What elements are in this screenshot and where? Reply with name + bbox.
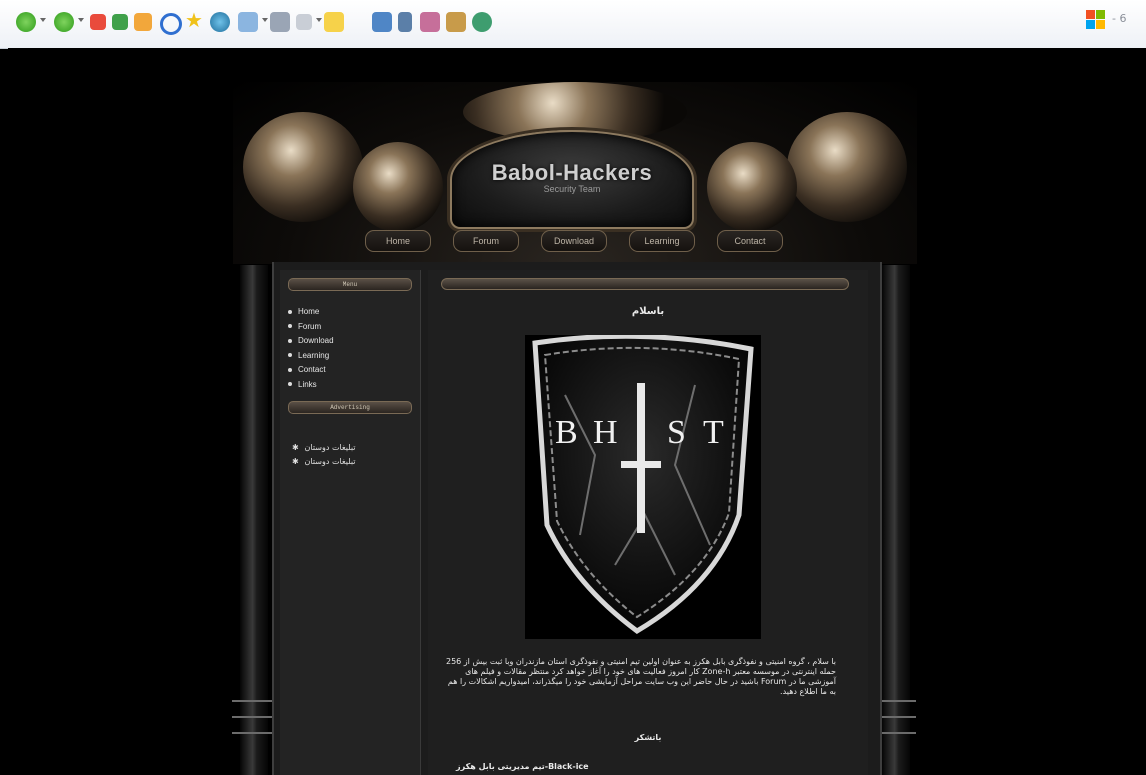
cross-horizontal <box>621 461 661 468</box>
shield-icon: B H S T <box>532 333 754 634</box>
edit-icon[interactable] <box>296 14 312 30</box>
ornament-left-icon <box>243 112 363 222</box>
team-logo-image: B H S T <box>525 333 761 639</box>
site-subtitle: Security Team <box>543 184 601 194</box>
logo-letter-h: H <box>593 414 618 451</box>
logo-letter-b: B <box>555 414 578 451</box>
sidebar-item-label: Links <box>298 379 317 389</box>
sidebar-item-learning[interactable]: Learning <box>288 351 334 366</box>
greeting-heading: باسلام <box>631 306 665 317</box>
bullet-icon <box>288 367 292 372</box>
nav-contact[interactable]: Contact <box>717 230 783 252</box>
sidebar-item-contact[interactable]: Contact <box>288 365 334 380</box>
research-icon[interactable] <box>420 12 440 32</box>
ornament-mid-left-icon <box>353 142 443 232</box>
media-icon[interactable] <box>446 12 466 32</box>
sidebar-menu: Home Forum Download Learning Contact Lin… <box>288 307 334 394</box>
ads-list: ✱ تبلیغات دوستان ✱ تبلیغات دوستان <box>292 443 355 471</box>
logo-letter-s: S <box>667 414 686 451</box>
ad-link-label: تبلیغات دوستان <box>304 457 356 466</box>
sidebar-item-label: Download <box>298 336 334 345</box>
mail-icon[interactable] <box>238 12 258 32</box>
messenger-icon[interactable] <box>372 12 392 32</box>
left-pillar-ornament <box>232 716 272 718</box>
home-icon[interactable] <box>134 13 152 31</box>
edit-dropdown-icon[interactable] <box>316 18 322 22</box>
bullet-icon <box>288 353 292 358</box>
back-dropdown-icon[interactable] <box>40 18 46 22</box>
bullet-icon <box>288 309 292 314</box>
windows-logo-icon <box>1086 10 1106 30</box>
favorites-icon[interactable]: ★ <box>185 10 203 30</box>
bullet-icon <box>288 338 292 343</box>
top-navigation: Home Forum Download Learning Contact <box>365 230 785 254</box>
cross-vertical <box>637 383 645 533</box>
sidebar-item-label: Forum <box>298 321 322 331</box>
history-icon[interactable] <box>210 12 230 32</box>
left-pillar-ornament <box>232 700 272 702</box>
tools-icon[interactable] <box>398 12 412 32</box>
nav-home[interactable]: Home <box>365 230 431 252</box>
stop-icon[interactable] <box>90 14 106 30</box>
bullet-icon <box>288 324 292 329</box>
chat-icon[interactable] <box>472 12 492 32</box>
search-icon[interactable] <box>160 13 182 35</box>
ornament-right-icon <box>787 112 907 222</box>
forward-icon[interactable] <box>54 12 74 32</box>
right-pillar-ornament <box>876 700 916 702</box>
sidebar-item-label: Home <box>298 307 320 316</box>
star-icon: ✱ <box>292 457 299 466</box>
sidebar-item-links[interactable]: Links <box>288 380 334 395</box>
sidebar-item-label: Contact <box>298 365 326 374</box>
sidebar-item-label: Learning <box>298 350 330 360</box>
back-icon[interactable] <box>16 12 36 32</box>
mail-dropdown-icon[interactable] <box>262 18 268 22</box>
right-pillar-ornament <box>876 732 916 734</box>
ads-header: Advertising <box>288 401 412 414</box>
browser-toolbar: ★ - 6 <box>0 0 1146 49</box>
menu-header: Menu <box>288 278 412 291</box>
nav-forum[interactable]: Forum <box>453 230 519 252</box>
thanks-text: باتشکر <box>634 733 662 742</box>
content-header-bar <box>441 278 849 290</box>
star-icon: ✱ <box>292 443 299 452</box>
left-pillar <box>240 265 268 775</box>
ad-link[interactable]: ✱ تبلیغات دوستان <box>292 443 355 457</box>
notes-icon[interactable] <box>324 12 344 32</box>
print-icon[interactable] <box>270 12 290 32</box>
sidebar-item-home[interactable]: Home <box>288 307 334 322</box>
team-signature: تیم مدیریتی بابل هکرز-Black-ice <box>456 762 589 771</box>
bullet-icon <box>288 382 292 387</box>
ornament-mid-right-icon <box>707 142 797 232</box>
logo-letter-t: T <box>703 414 724 451</box>
nav-learning[interactable]: Learning <box>629 230 695 252</box>
left-pillar-ornament <box>232 732 272 734</box>
right-pillar-ornament <box>876 716 916 718</box>
forward-dropdown-icon[interactable] <box>78 18 84 22</box>
ad-link-label: تبلیغات دوستان <box>304 443 356 452</box>
ad-link[interactable]: ✱ تبلیغات دوستان <box>292 457 355 471</box>
intro-paragraph: با سلام ، گروه امنیتی و نفوذگری بابل هکر… <box>445 657 836 696</box>
refresh-icon[interactable] <box>112 14 128 30</box>
window-controls[interactable]: - 6 <box>1112 12 1126 25</box>
site-title: Babol-Hackers <box>491 160 653 185</box>
right-pillar <box>882 265 910 775</box>
sidebar-item-forum[interactable]: Forum <box>288 322 334 337</box>
sidebar-item-download[interactable]: Download <box>288 336 334 351</box>
nav-download[interactable]: Download <box>541 230 607 252</box>
